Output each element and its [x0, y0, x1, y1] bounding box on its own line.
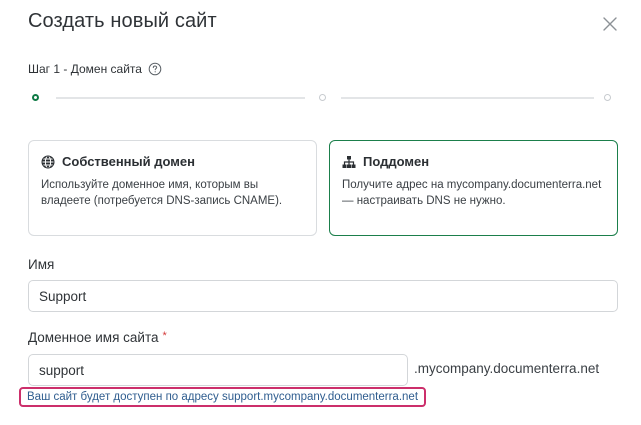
step-1-indicator — [32, 94, 39, 101]
domain-name-input[interactable] — [28, 354, 408, 386]
step-label: Шаг 1 - Домен сайта — [28, 62, 162, 76]
step-2-indicator — [319, 94, 326, 101]
stepper-line-1 — [56, 97, 305, 99]
own-domain-description: Используйте доменное имя, которым вы вла… — [41, 179, 283, 207]
subdomain-option[interactable]: Поддомен Получите адрес на mycompany.doc… — [329, 140, 618, 236]
domain-suffix: .mycompany.documenterra.net — [414, 361, 600, 376]
subdomain-description: Получите адрес на mycompany.documenterra… — [342, 179, 602, 207]
domain-name-label: Доменное имя сайта * — [28, 330, 167, 345]
help-icon[interactable] — [148, 62, 162, 76]
required-marker: * — [162, 330, 167, 342]
step-label-text: Шаг 1 - Домен сайта — [28, 62, 142, 76]
stepper — [32, 92, 616, 104]
sitemap-icon — [342, 155, 356, 168]
step-3-indicator — [604, 94, 611, 101]
globe-icon — [41, 155, 55, 168]
name-label: Имя — [28, 257, 55, 272]
dialog-title: Создать новый сайт — [28, 10, 217, 32]
close-icon[interactable] — [600, 14, 620, 34]
name-input[interactable] — [28, 280, 618, 312]
site-address-hint: Ваш сайт будет доступен по адресу suppor… — [19, 387, 427, 407]
create-site-dialog: Создать новый сайт Шаг 1 - Домен сайта С… — [0, 0, 641, 425]
subdomain-title: Поддомен — [363, 154, 430, 169]
stepper-line-2 — [341, 97, 594, 99]
own-domain-option[interactable]: Собственный домен Используйте доменное и… — [28, 140, 317, 236]
own-domain-title: Собственный домен — [62, 154, 195, 169]
domain-name-label-text: Доменное имя сайта — [28, 330, 159, 345]
